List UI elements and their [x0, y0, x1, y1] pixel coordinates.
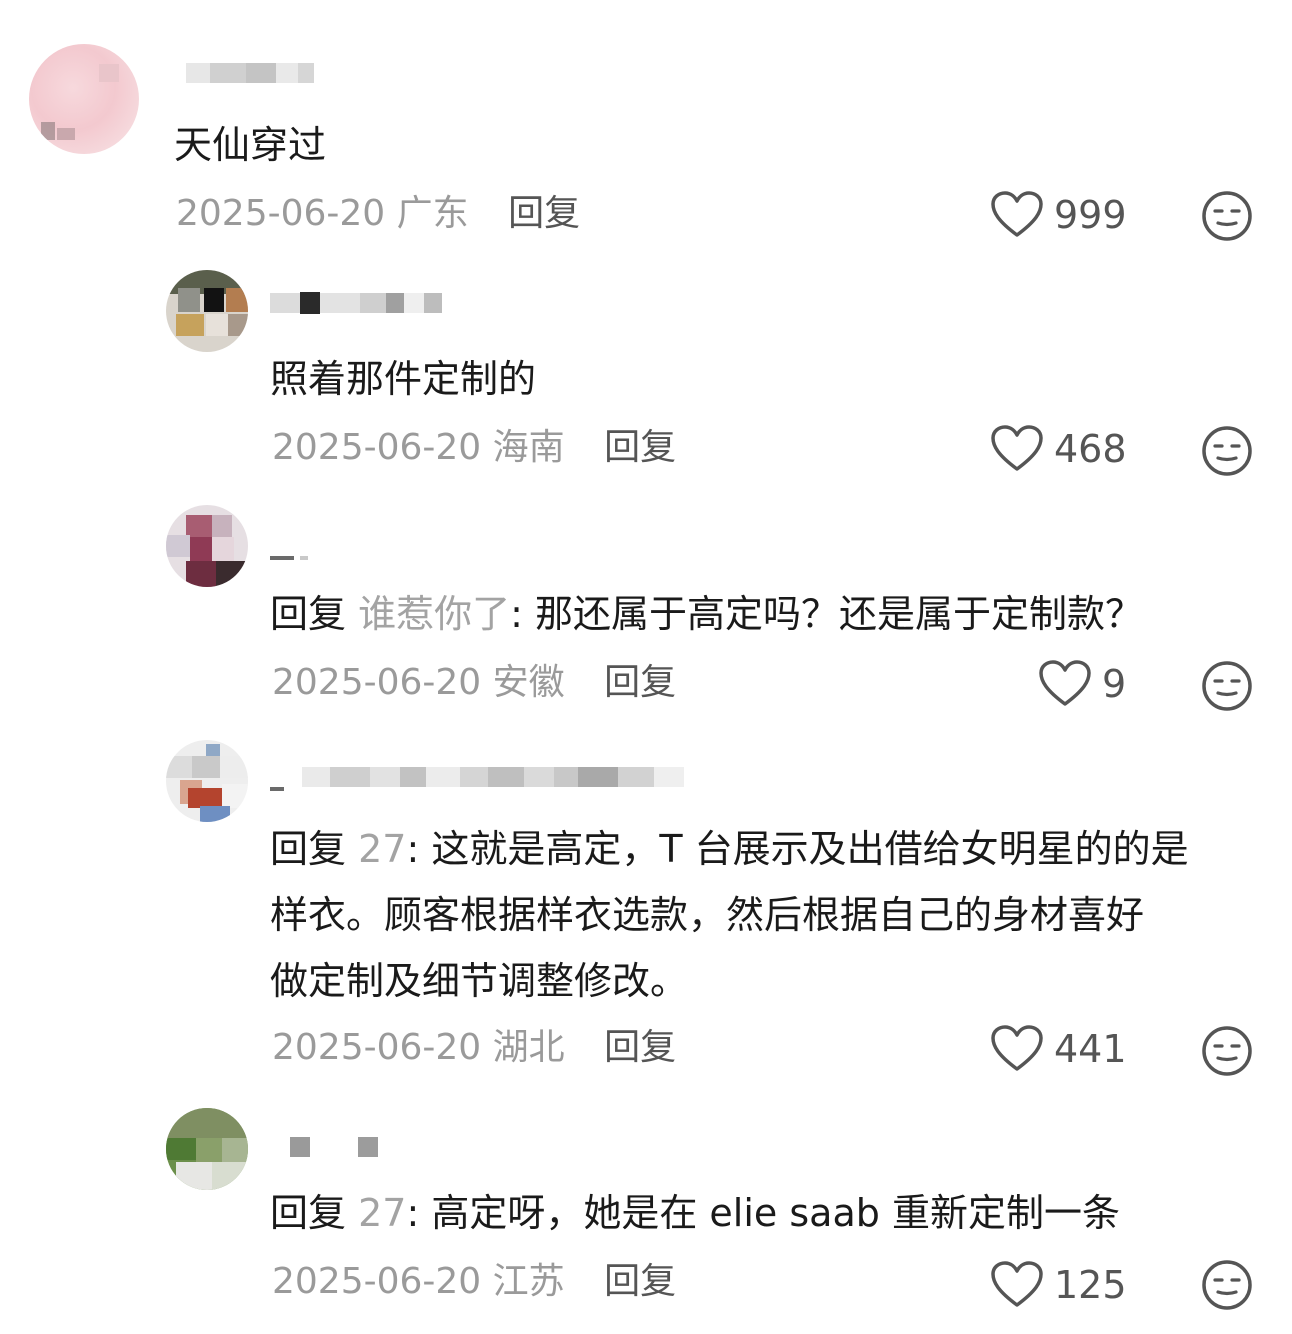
reply-target-username[interactable]: 27: [358, 1191, 406, 1235]
comment-location: 江苏: [492, 1261, 565, 1302]
comment-meta: 2025-06-20 湖北 回复: [272, 1026, 676, 1070]
heart-icon: [991, 191, 1043, 237]
meh-face-icon: [1202, 191, 1252, 241]
comment-date: 2025-06-20: [272, 662, 482, 703]
comment-date: 2025-06-20: [272, 427, 482, 468]
comment-meta: 2025-06-20 安徽 回复: [272, 661, 676, 705]
dislike-button[interactable]: [1201, 1025, 1253, 1077]
comment-text: 回复 27: 这就是高定，T 台展示及出借给女明星的的是 样衣。顾客根据样衣选款…: [270, 816, 1189, 1014]
comment-date: 2025-06-20: [272, 1027, 482, 1068]
username[interactable]: [270, 545, 308, 571]
avatar[interactable]: [166, 505, 248, 587]
like-button[interactable]: 468: [990, 424, 1127, 474]
avatar[interactable]: [166, 1108, 248, 1190]
comment-date: 2025-06-20: [176, 193, 386, 234]
comment-text: 天仙穿过: [174, 112, 326, 178]
comment-meta: 2025-06-20 广东 回复: [176, 192, 580, 236]
heart-icon: [1039, 660, 1091, 706]
comment-item: 天仙穿过 2025-06-20 广东 回复 999: [0, 0, 1292, 250]
like-button[interactable]: 125: [990, 1260, 1127, 1310]
heart-icon: [991, 1261, 1043, 1307]
comment-body: 天仙穿过: [174, 123, 327, 167]
reply-button[interactable]: 回复: [604, 427, 676, 468]
like-count: 999: [1054, 193, 1127, 237]
comment-location: 安徽: [492, 662, 565, 703]
heart-icon: [991, 1025, 1043, 1071]
comment-meta: 2025-06-20 海南 回复: [272, 426, 676, 470]
reply-target-username[interactable]: 谁惹你了: [358, 592, 510, 636]
reply-item: 回复 27: 高定呀，她是在 elie saab 重新定制一条 2025-06-…: [0, 1108, 1292, 1334]
comment-text: 回复 谁惹你了: 那还属于高定吗？还是属于定制款？: [270, 581, 1143, 647]
reply-prefix: 回复: [270, 592, 347, 636]
like-button[interactable]: 441: [990, 1024, 1127, 1074]
username[interactable]: [290, 1134, 378, 1160]
like-count: 9: [1102, 662, 1127, 706]
comment-text: 照着那件定制的: [270, 346, 536, 412]
reply-button[interactable]: 回复: [604, 1027, 676, 1068]
username[interactable]: [270, 290, 442, 316]
comment-text: 回复 27: 高定呀，她是在 elie saab 重新定制一条: [270, 1180, 1120, 1246]
reply-prefix: 回复: [270, 827, 347, 871]
reply-item: 回复 27: 这就是高定，T 台展示及出借给女明星的的是 样衣。顾客根据样衣选款…: [0, 740, 1292, 1100]
comment-body-line: : 这就是高定，T 台展示及出借给女明星的的是: [406, 827, 1189, 871]
reply-item: 照着那件定制的 2025-06-20 海南 回复 468: [0, 270, 1292, 490]
comment-body-line: 做定制及细节调整修改。: [270, 959, 689, 1003]
like-count: 441: [1054, 1027, 1127, 1071]
avatar[interactable]: [166, 740, 248, 822]
like-count: 468: [1054, 427, 1127, 471]
dislike-button[interactable]: [1201, 425, 1253, 477]
avatar[interactable]: [29, 44, 139, 154]
avatar[interactable]: [166, 270, 248, 352]
comment-location: 湖北: [492, 1027, 565, 1068]
like-button[interactable]: 999: [990, 190, 1127, 240]
comment-body: : 那还属于高定吗？还是属于定制款？: [510, 592, 1144, 636]
comment-meta: 2025-06-20 江苏 回复: [272, 1260, 676, 1304]
dislike-button[interactable]: [1201, 1259, 1253, 1311]
reply-target-username[interactable]: 27: [358, 827, 406, 871]
like-button[interactable]: 9: [1038, 659, 1126, 709]
username[interactable]: [186, 60, 314, 86]
reply-item: 回复 谁惹你了: 那还属于高定吗？还是属于定制款？ 2025-06-20 安徽 …: [0, 505, 1292, 725]
meh-face-icon: [1202, 661, 1252, 711]
meh-face-icon: [1202, 1260, 1252, 1310]
meh-face-icon: [1202, 426, 1252, 476]
reply-button[interactable]: 回复: [508, 193, 580, 234]
username[interactable]: [270, 764, 684, 791]
reply-button[interactable]: 回复: [604, 1261, 676, 1302]
dislike-button[interactable]: [1201, 190, 1253, 242]
dislike-button[interactable]: [1201, 660, 1253, 712]
comment-location: 广东: [396, 193, 469, 234]
comment-body: : 高定呀，她是在 elie saab 重新定制一条: [406, 1191, 1120, 1235]
reply-button[interactable]: 回复: [604, 662, 676, 703]
reply-prefix: 回复: [270, 1191, 347, 1235]
comment-body-line: 样衣。顾客根据样衣选款，然后根据自己的身材喜好: [270, 893, 1145, 937]
comment-body: 照着那件定制的: [270, 357, 537, 401]
like-count: 125: [1054, 1263, 1127, 1307]
comment-date: 2025-06-20: [272, 1261, 482, 1302]
heart-icon: [991, 425, 1043, 471]
meh-face-icon: [1202, 1026, 1252, 1076]
comment-location: 海南: [492, 427, 565, 468]
